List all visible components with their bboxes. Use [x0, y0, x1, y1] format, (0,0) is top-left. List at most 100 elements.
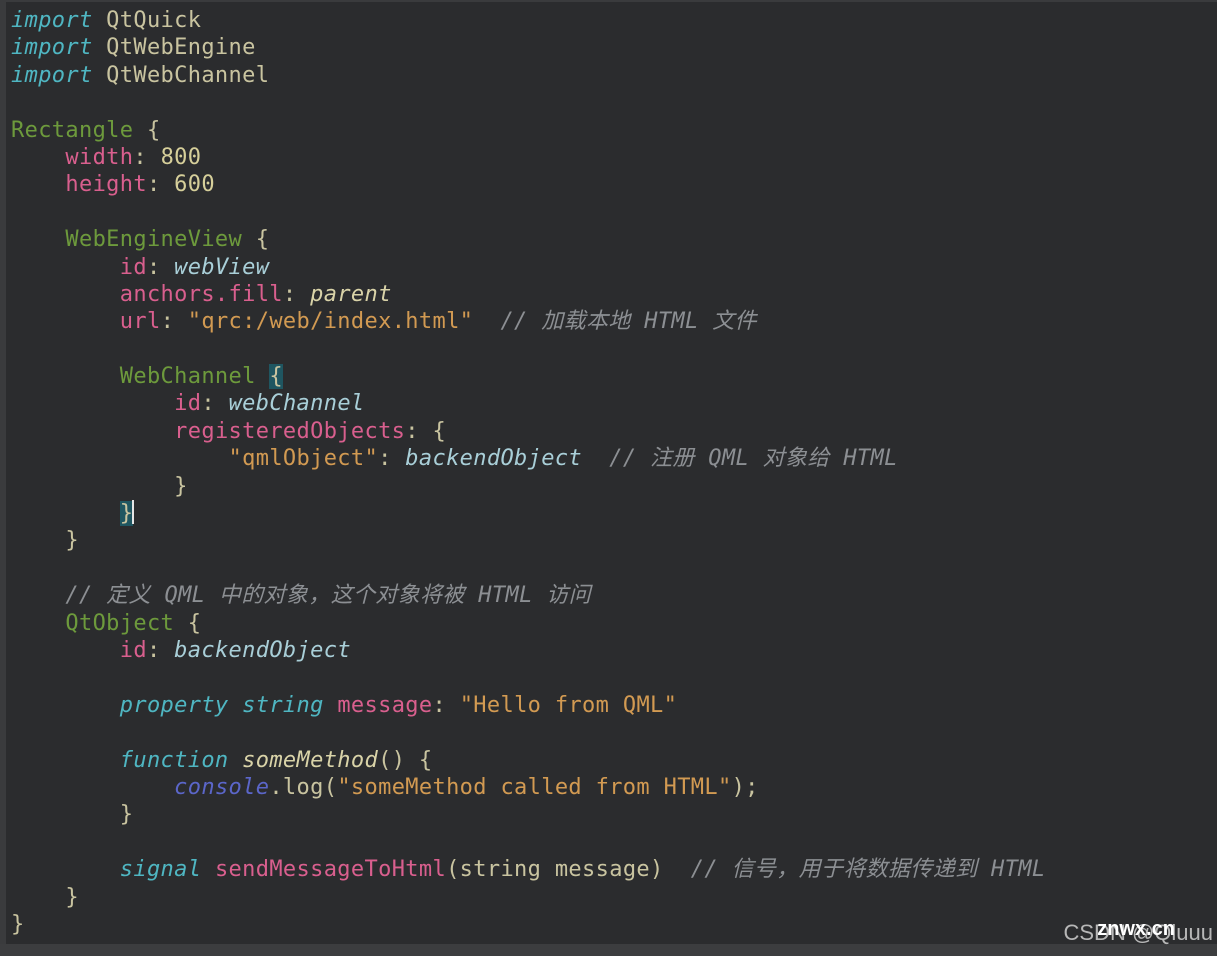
code-line[interactable]: url: "qrc:/web/index.html" // 加载本地 HTML …	[11, 308, 1045, 335]
code-token: import	[11, 8, 93, 33]
code-token: id	[174, 391, 202, 417]
code-token: property	[119, 692, 229, 718]
code-token: Rectangle	[11, 117, 134, 143]
code-token: );	[731, 774, 759, 800]
code-token: "someMethod called from HTML"	[337, 774, 732, 800]
code-token: :	[133, 144, 161, 170]
code-line[interactable]: "qmlObject": backendObject // 注册 QML 对象给…	[11, 445, 1045, 472]
code-token: someMethod	[242, 747, 379, 773]
code-token: import	[11, 35, 93, 61]
code-token: // 定义 QML 中的对象，这个对象将被 HTML 访问	[65, 583, 591, 609]
editor-gutter	[0, 2, 6, 946]
code-token: function	[119, 747, 229, 773]
code-token: :	[146, 172, 175, 198]
code-token: 600	[174, 172, 215, 198]
code-line[interactable]	[11, 199, 1045, 226]
code-line[interactable]: // 定义 QML 中的对象，这个对象将被 HTML 访问	[11, 582, 1045, 609]
code-line[interactable]: import QtWebEngine	[11, 34, 1045, 61]
code-line[interactable]: id: webChannel	[11, 390, 1045, 417]
code-token: 800	[160, 144, 202, 170]
code-token: QtObject	[65, 610, 175, 636]
code-line[interactable]	[11, 719, 1045, 746]
code-line[interactable]	[11, 829, 1045, 856]
code-line[interactable]: import QtWebChannel	[11, 62, 1045, 89]
code-token: :	[378, 446, 406, 472]
code-token: id	[119, 254, 147, 280]
code-token: : {	[405, 418, 447, 444]
code-line[interactable]: Rectangle {	[11, 117, 1045, 144]
code-token: :	[146, 637, 175, 663]
code-token: backendObject	[174, 637, 351, 663]
code-token: "qrc:/web/index.html"	[187, 309, 474, 335]
code-token: QtWebChannel	[92, 62, 270, 88]
code-token: // 注册 QML 对象给 HTML	[582, 446, 898, 472]
code-line[interactable]: }	[11, 911, 1045, 938]
code-line[interactable]: }	[11, 527, 1045, 554]
code-token: id	[119, 637, 147, 663]
code-token: width	[65, 144, 134, 170]
code-token: // 加载本地 HTML 文件	[473, 309, 757, 335]
code-line[interactable]: function someMethod() {	[11, 747, 1045, 774]
code-line[interactable]	[11, 555, 1045, 582]
code-token: :	[282, 281, 311, 307]
code-line[interactable]: }	[11, 473, 1045, 500]
code-token: WebChannel	[119, 364, 256, 390]
code-line[interactable]: }	[11, 884, 1045, 911]
code-line[interactable]: anchors.fill: parent	[11, 281, 1045, 308]
code-token: :	[201, 391, 229, 417]
code-line[interactable]: WebEngineView {	[11, 226, 1045, 253]
code-token: () {	[378, 747, 433, 773]
code-line[interactable]: width: 800	[11, 144, 1045, 171]
code-editor[interactable]: import QtQuick import QtWebEngine import Q…	[0, 0, 1217, 946]
code-token: import	[11, 62, 93, 88]
code-line[interactable]: id: webView	[11, 254, 1045, 281]
code-line[interactable]: WebChannel {	[11, 363, 1045, 390]
code-token: WebEngineView	[65, 227, 243, 253]
code-token: :	[432, 692, 460, 718]
code-token: console	[174, 774, 270, 800]
code-token: "qmlObject"	[228, 446, 379, 472]
code-token: }	[174, 473, 188, 499]
code-line[interactable]	[11, 336, 1045, 363]
code-token: }	[119, 501, 134, 527]
code-token: QtWebEngine	[92, 35, 256, 61]
code-line[interactable]: registeredObjects: {	[11, 418, 1045, 445]
code-token: {	[174, 610, 202, 636]
code-token: anchors.fill	[119, 281, 283, 307]
code-line[interactable]: id: backendObject	[11, 637, 1045, 664]
code-line[interactable]	[11, 664, 1045, 691]
code-area[interactable]: import QtQuick import QtWebEngine import Q…	[11, 7, 1045, 938]
status-bar	[0, 944, 1217, 956]
code-token: sendMessageToHtml	[214, 857, 447, 883]
code-line[interactable]: signal sendMessageToHtml(string message)…	[11, 856, 1045, 883]
code-line[interactable]: QtObject {	[11, 610, 1045, 637]
code-line[interactable]: }	[11, 500, 1045, 527]
code-token: "Hello from QML"	[459, 692, 678, 718]
code-line[interactable]: console.log("someMethod called from HTML…	[11, 774, 1045, 801]
code-line[interactable]: }	[11, 801, 1045, 828]
code-line[interactable]: height: 600	[11, 171, 1045, 198]
code-line[interactable]	[11, 89, 1045, 116]
code-token: message	[337, 692, 433, 718]
code-token: registeredObjects	[174, 418, 406, 444]
code-line[interactable]: property string message: "Hello from QML…	[11, 692, 1045, 719]
code-token: {	[133, 117, 161, 143]
code-line[interactable]: import QtQuick	[11, 7, 1045, 34]
